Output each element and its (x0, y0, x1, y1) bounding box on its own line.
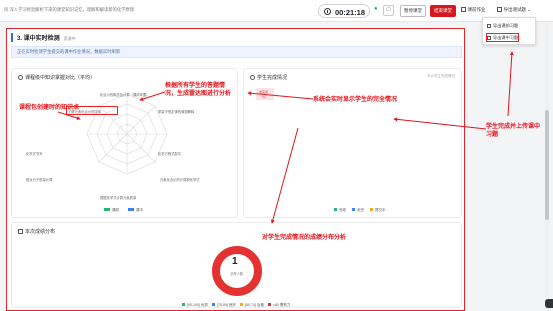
pre-class-homework-menu[interactable]: 课前作业 (461, 7, 486, 13)
incomplete-tag: 未完成 0人 (256, 88, 274, 100)
radar-label: 质量守恒定律的微观解释 (158, 110, 195, 114)
completion-legend: 完成 (334, 208, 346, 213)
wifi-icon: ● (374, 6, 378, 12)
radar-legend-pre: 课前 (104, 208, 119, 213)
radar-card-title: 课程级中知识掌握对比（平均） (18, 74, 95, 81)
info-icon (18, 75, 23, 80)
export-dropdown: 导出课前习题 导出课中习题 (482, 17, 536, 45)
top-bar: 风 深入学习经验解析下来的课堂知识记忆，理解和解读新的化学原理 00:21:18… (0, 0, 553, 22)
document-icon (461, 7, 466, 12)
completion-legend: 提交中 (370, 208, 386, 213)
highlight-box (486, 33, 519, 42)
score-distribution-card: 本次成绩分布 1 总考人数 [90-100] 优秀 [75-89] 良好 [60… (11, 222, 462, 308)
score-legend: [75-89] 良好 (212, 303, 236, 308)
in-class-detection-panel: 3. 课中实时检测 资源中 正在实时检测学生提交的课中作业情况，数据实时刷新 课程… (6, 28, 465, 311)
annotation-radar: 根据所有学生的答题情况，生成雷达图进行分析 (165, 83, 232, 97)
completion-card: 学生完成情况 共计学生完成情况 未完成 0人 完成 未完 提交中 (243, 68, 462, 218)
annotation-upload: 学生完成并上传课中习题 (486, 124, 541, 138)
donut-value: 1 (232, 256, 238, 267)
score-legend: [90-100] 优秀 (182, 303, 208, 308)
assistant-avatar[interactable] (545, 299, 553, 308)
export-questions-menu[interactable]: 导出测试题 ⌄ (497, 7, 531, 13)
lesson-title: 风 深入学习经验解析下来的课堂知识记忆，理解和解读新的化学原理 (4, 7, 135, 12)
completion-card-title: 学生完成情况 (250, 74, 287, 81)
score-card-title: 本次成绩分布 (18, 228, 55, 235)
class-timer: 00:21:18 (318, 4, 370, 18)
user-icon (250, 75, 255, 80)
timer-value: 00:21:18 (335, 8, 366, 17)
file-icon (487, 23, 491, 28)
clock-icon (324, 8, 331, 15)
radar-legend-in: 课中 (128, 208, 143, 213)
annotation-distribution: 对学生完成情况的成绩分布分析 (262, 235, 347, 241)
completion-legend: 未完 (352, 208, 364, 213)
info-banner: 正在实时检测学生提交的课中作业情况，数据实时刷新 (11, 46, 462, 58)
radar-label: 化合价的概念及计算（课前掌握） (100, 93, 150, 97)
radar-label: 化学方程式配平 (158, 152, 182, 156)
annotation-completion: 系统会实时显示学生的完全情况 (313, 97, 398, 103)
completion-caption: 共计学生完成情况 (427, 74, 455, 78)
radar-chart (86, 93, 168, 175)
end-class-button[interactable]: 结束课堂 (430, 5, 456, 17)
pause-class-button[interactable]: 暂停课堂 (400, 5, 426, 17)
donut-label: 总考人数 (230, 272, 244, 276)
annotation-knowledge: 课程包创建时的知识点 (19, 105, 80, 111)
radar-label: 相对分子质量计算 (26, 178, 53, 182)
document-icon (497, 7, 502, 12)
chart-icon (18, 229, 23, 234)
screen-icon[interactable]: □ (383, 5, 394, 16)
export-pre-class-option[interactable]: 导出课前习题 (487, 23, 518, 29)
section-title: 3. 课中实时检测 资源中 (11, 33, 76, 42)
score-legend: [60-74] 及格 (240, 303, 264, 308)
score-legend: <60 需努力 (268, 303, 290, 308)
radar-label: 根据化学式计算元素质量 (100, 196, 137, 200)
scrollbar-thumb[interactable] (545, 110, 549, 220)
radar-label: 元素化合价的计算和化学式 (160, 178, 200, 182)
radar-label: 化学式书写 (26, 152, 43, 156)
